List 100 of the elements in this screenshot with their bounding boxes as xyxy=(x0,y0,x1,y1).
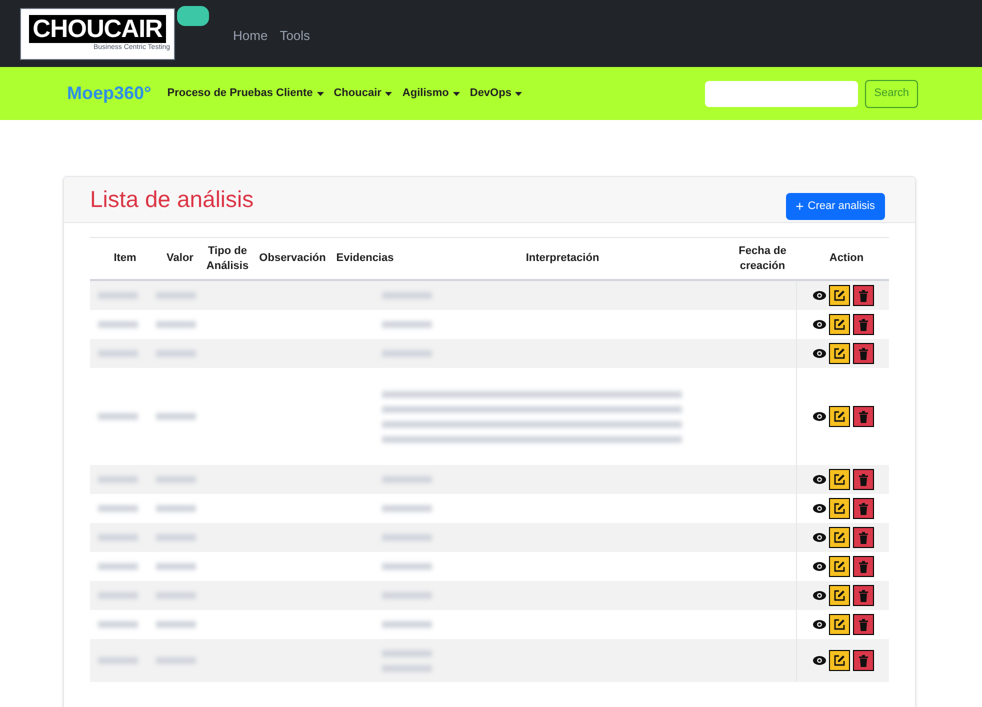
edit-button[interactable] xyxy=(828,585,850,606)
delete-button[interactable] xyxy=(852,650,874,671)
edit-button[interactable] xyxy=(828,650,850,671)
edit-icon xyxy=(834,532,844,543)
edit-icon xyxy=(834,348,844,359)
blurred-text xyxy=(156,534,196,541)
blurred-text xyxy=(156,657,196,664)
blurred-text xyxy=(156,413,196,420)
card-title: Lista de análisis xyxy=(90,185,254,214)
edit-icon xyxy=(834,561,844,572)
blurred-text xyxy=(98,592,138,599)
blurred-text xyxy=(156,476,196,483)
view-icon[interactable] xyxy=(812,620,826,629)
view-icon[interactable] xyxy=(812,504,826,513)
delete-button[interactable] xyxy=(852,527,874,548)
blurred-text xyxy=(98,476,138,483)
create-button[interactable]: + Crear analisis xyxy=(786,193,885,220)
edit-button[interactable] xyxy=(828,556,850,577)
view-icon[interactable] xyxy=(812,291,826,300)
edit-button[interactable] xyxy=(828,527,850,548)
edit-icon xyxy=(834,503,844,514)
edit-icon xyxy=(834,590,844,601)
trash-icon xyxy=(858,618,868,630)
column-header: Tipo de Análisis xyxy=(205,244,250,274)
column-header: Interpretación xyxy=(524,251,600,266)
blurred-text xyxy=(382,650,432,656)
view-icon[interactable] xyxy=(812,320,826,329)
logo-name: CHOUCAIR xyxy=(28,14,166,43)
blurred-text xyxy=(156,563,196,570)
trash-icon xyxy=(858,502,868,514)
view-icon[interactable] xyxy=(812,475,826,484)
edit-button[interactable] xyxy=(828,314,850,335)
edit-icon xyxy=(834,619,844,630)
edit-icon xyxy=(834,319,844,330)
edit-button[interactable] xyxy=(828,406,850,427)
pill-icon xyxy=(177,6,209,26)
caret-icon xyxy=(385,92,392,96)
search-field[interactable] xyxy=(705,80,858,106)
blurred-text xyxy=(98,321,138,328)
blurred-text xyxy=(98,657,138,664)
dropdown-menu[interactable]: Agilismo xyxy=(402,85,460,102)
blurred-text xyxy=(156,321,196,328)
edit-icon xyxy=(834,290,844,301)
nav-link[interactable]: Tools xyxy=(280,26,310,46)
delete-button[interactable] xyxy=(852,614,874,635)
column-header: Evidencias xyxy=(335,251,395,266)
delete-button[interactable] xyxy=(852,406,874,427)
blurred-text xyxy=(98,621,138,628)
view-icon[interactable] xyxy=(812,349,826,358)
blurred-text xyxy=(98,350,138,357)
delete-button[interactable] xyxy=(852,343,874,364)
delete-button[interactable] xyxy=(852,285,874,306)
trash-icon xyxy=(858,654,868,666)
delete-button[interactable] xyxy=(852,498,874,519)
edit-button[interactable] xyxy=(828,469,850,490)
delete-button[interactable] xyxy=(852,469,874,490)
view-icon[interactable] xyxy=(812,656,826,665)
column-header: Valor xyxy=(166,251,194,266)
column-header: Observación xyxy=(258,251,327,266)
nav-link[interactable]: Home xyxy=(233,26,268,46)
blurred-text xyxy=(156,350,196,357)
dropdown-menu[interactable]: Proceso de Pruebas Cliente xyxy=(167,85,324,102)
edit-button[interactable] xyxy=(828,343,850,364)
blurred-text xyxy=(98,413,138,420)
edit-button[interactable] xyxy=(828,614,850,635)
blurred-text xyxy=(382,664,432,672)
blurred-text xyxy=(382,505,432,512)
blurred-text xyxy=(382,534,432,541)
blurred-text xyxy=(382,321,432,328)
blurred-text xyxy=(382,563,432,570)
edit-button[interactable] xyxy=(828,285,850,306)
trash-icon xyxy=(858,590,868,602)
blurred-text xyxy=(98,563,138,570)
view-icon[interactable] xyxy=(812,412,826,421)
delete-button[interactable] xyxy=(852,556,874,577)
delete-button[interactable] xyxy=(852,585,874,606)
view-icon[interactable] xyxy=(812,562,826,571)
column-header: Action xyxy=(828,251,865,266)
caret-icon xyxy=(515,92,522,96)
dropdown-menu[interactable]: Choucair xyxy=(334,85,392,102)
view-icon[interactable] xyxy=(812,533,826,542)
view-icon[interactable] xyxy=(812,591,826,600)
caret-icon xyxy=(452,92,460,96)
edit-button[interactable] xyxy=(828,498,850,519)
blurred-text xyxy=(156,621,196,628)
edit-icon xyxy=(834,411,844,422)
dropdown-menu[interactable]: DevOps xyxy=(470,85,522,102)
trash-icon xyxy=(858,560,868,572)
delete-button[interactable] xyxy=(852,314,874,335)
trash-icon xyxy=(858,410,868,422)
blurred-text xyxy=(382,476,432,483)
blurred-text xyxy=(382,350,432,357)
blurred-text xyxy=(382,592,432,599)
trash-icon xyxy=(858,474,868,486)
blurred-text xyxy=(98,505,138,512)
blurred-text xyxy=(98,292,138,299)
blurred-text xyxy=(156,592,196,599)
trash-icon xyxy=(858,532,868,544)
caret-icon xyxy=(316,92,324,96)
trash-icon xyxy=(858,318,868,330)
